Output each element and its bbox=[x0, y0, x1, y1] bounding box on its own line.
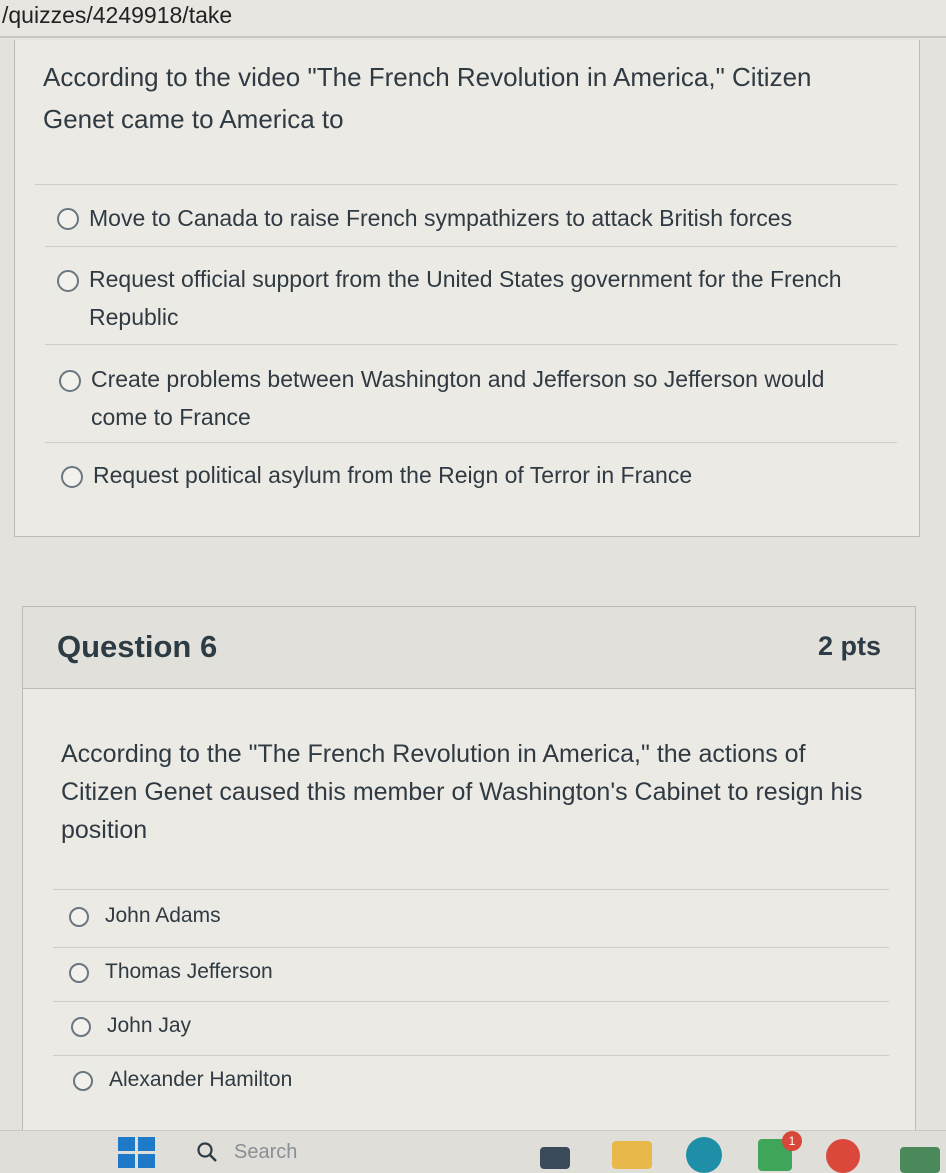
question-6-header: Question 6 2 pts bbox=[23, 607, 915, 689]
answer-label: Create problems between Washington and J… bbox=[91, 366, 825, 430]
radio-button[interactable] bbox=[71, 1017, 91, 1037]
windows-start-icon[interactable] bbox=[118, 1137, 156, 1169]
divider bbox=[53, 947, 889, 948]
question-6-answer-3[interactable]: John Jay bbox=[23, 1009, 903, 1049]
question-5-answer-4[interactable]: Request political asylum from the Reign … bbox=[15, 452, 915, 504]
answer-label: Thomas Jefferson bbox=[105, 960, 273, 983]
question-5-card: According to the video "The French Revol… bbox=[14, 40, 920, 537]
divider bbox=[53, 1001, 889, 1002]
answer-label: Request official support from the United… bbox=[89, 266, 842, 330]
chrome-icon[interactable] bbox=[826, 1139, 860, 1173]
question-6-answer-2[interactable]: Thomas Jefferson bbox=[23, 955, 903, 995]
radio-button[interactable] bbox=[57, 270, 79, 292]
question-5-answer-1[interactable]: Move to Canada to raise French sympathiz… bbox=[15, 195, 915, 247]
question-title: Question 6 bbox=[57, 629, 218, 664]
divider bbox=[35, 184, 897, 185]
weather-icon[interactable] bbox=[900, 1147, 940, 1173]
question-5-answer-2[interactable]: Request official support from the United… bbox=[15, 256, 915, 342]
divider bbox=[45, 442, 897, 443]
question-6-text: According to the "The French Revolution … bbox=[61, 740, 863, 844]
divider bbox=[45, 246, 897, 247]
question-5-answer-3[interactable]: Create problems between Washington and J… bbox=[15, 356, 915, 442]
file-explorer-icon[interactable] bbox=[540, 1147, 570, 1169]
taskbar: Search 1 bbox=[0, 1130, 946, 1173]
divider bbox=[45, 344, 897, 345]
radio-button[interactable] bbox=[61, 466, 83, 488]
question-6-card: Question 6 2 pts According to the "The F… bbox=[22, 606, 916, 1146]
folder-icon[interactable] bbox=[612, 1141, 652, 1169]
answer-label: Alexander Hamilton bbox=[109, 1068, 293, 1091]
question-6-answer-1[interactable]: John Adams bbox=[23, 899, 903, 939]
address-bar[interactable]: /quizzes/4249918/take bbox=[0, 0, 946, 38]
radio-button[interactable] bbox=[69, 907, 89, 927]
search-icon bbox=[197, 1142, 217, 1162]
answer-label: Move to Canada to raise French sympathiz… bbox=[89, 205, 793, 231]
answer-label: Request political asylum from the Reign … bbox=[93, 462, 693, 488]
radio-button[interactable] bbox=[73, 1071, 93, 1091]
quiz-page: /quizzes/4249918/take According to the v… bbox=[0, 0, 946, 1173]
divider bbox=[53, 889, 889, 890]
url-text[interactable]: /quizzes/4249918/take bbox=[2, 2, 232, 29]
answer-label: John Jay bbox=[107, 1014, 192, 1037]
radio-button[interactable] bbox=[69, 963, 89, 983]
answer-label: John Adams bbox=[105, 904, 221, 927]
radio-button[interactable] bbox=[57, 208, 79, 230]
notification-badge: 1 bbox=[782, 1131, 802, 1151]
question-5-text: According to the video "The French Revol… bbox=[43, 62, 812, 134]
edge-icon[interactable] bbox=[686, 1137, 722, 1173]
question-6-answer-4[interactable]: Alexander Hamilton bbox=[23, 1063, 903, 1103]
search-label: Search bbox=[234, 1141, 298, 1163]
radio-button[interactable] bbox=[59, 370, 81, 392]
divider bbox=[53, 1055, 889, 1056]
question-points: 2 pts bbox=[817, 631, 881, 661]
